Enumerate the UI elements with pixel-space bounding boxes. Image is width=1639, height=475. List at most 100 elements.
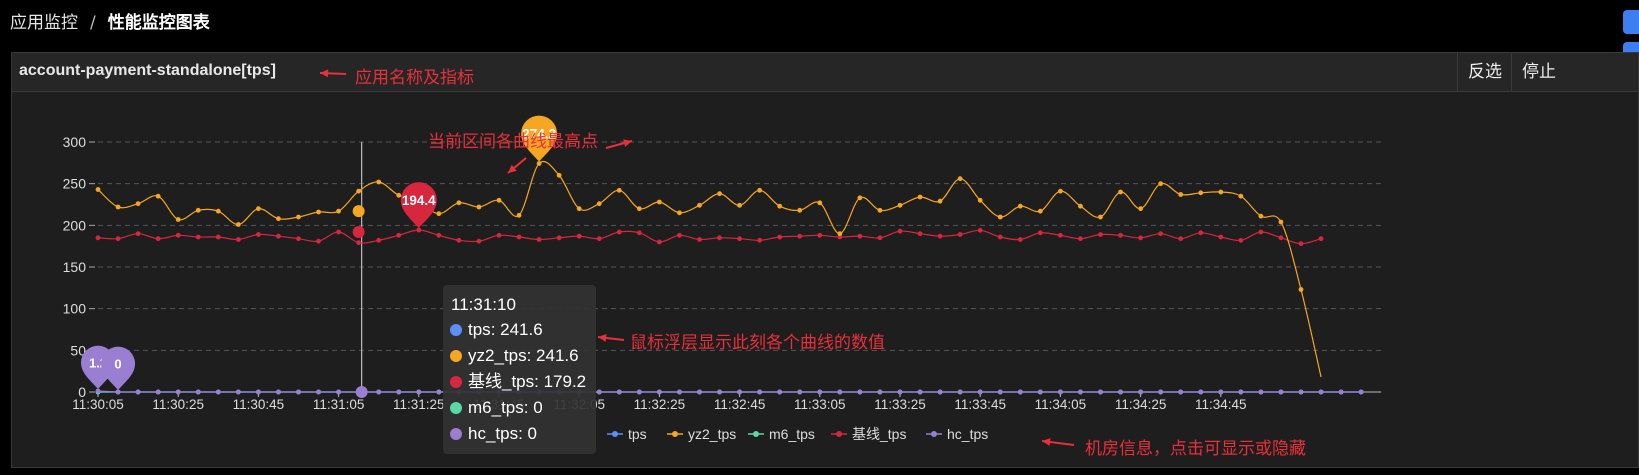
data-point xyxy=(1218,389,1224,395)
data-point xyxy=(1017,237,1023,242)
data-point xyxy=(1218,189,1224,195)
series-line xyxy=(97,390,1362,393)
data-point xyxy=(677,232,682,238)
data-point xyxy=(135,201,141,207)
data-point xyxy=(877,389,883,395)
data-point xyxy=(697,237,702,242)
data-point xyxy=(376,389,382,395)
data-point xyxy=(175,217,181,222)
data-point xyxy=(436,389,442,395)
data-point xyxy=(115,236,121,242)
tooltip-row-yz2: yz2_tps: 241.6 xyxy=(450,345,579,367)
hover-point xyxy=(352,205,365,218)
legend-label: m6_tps xyxy=(769,426,815,442)
legend-item[interactable]: 基线_tps xyxy=(831,426,906,442)
data-point xyxy=(677,210,682,216)
data-point xyxy=(697,389,702,395)
annotation-arrow xyxy=(605,139,633,149)
tooltip-value: 241.6 xyxy=(500,320,543,339)
data-point xyxy=(857,389,863,395)
y-tick-label: 250 xyxy=(63,176,87,192)
annotation-arrow xyxy=(597,334,625,342)
data-point xyxy=(155,389,161,395)
data-point xyxy=(516,212,522,218)
data-point xyxy=(135,231,141,237)
y-tick-label: 100 xyxy=(63,301,87,317)
data-point xyxy=(677,389,682,395)
data-point xyxy=(857,195,863,201)
data-point xyxy=(837,389,843,395)
data-point xyxy=(95,388,101,394)
data-point xyxy=(737,389,742,395)
data-point xyxy=(1258,389,1264,395)
data-point xyxy=(957,176,963,182)
data-point xyxy=(937,198,943,204)
data-point xyxy=(316,238,321,244)
data-point xyxy=(817,200,823,206)
legend-item[interactable]: m6_tps xyxy=(748,426,815,442)
tooltip-series-name: 基线_tps xyxy=(468,372,535,391)
data-point xyxy=(95,187,101,192)
tooltip-row-m6: m6_tps: 0 xyxy=(450,397,543,419)
data-point xyxy=(235,237,241,242)
data-point xyxy=(937,233,943,239)
data-point xyxy=(476,204,482,210)
data-point xyxy=(1017,389,1023,395)
data-point xyxy=(697,202,702,208)
data-point xyxy=(777,234,783,240)
tooltip-value: 0 xyxy=(533,398,543,417)
data-point xyxy=(717,389,722,395)
data-point xyxy=(396,192,402,198)
data-point xyxy=(195,207,201,213)
tooltip-row-baseline: 基线_tps: 179.2 xyxy=(450,371,586,393)
data-point xyxy=(556,235,562,241)
data-point xyxy=(1298,287,1304,292)
marker-label: 0 xyxy=(114,356,121,371)
data-point xyxy=(336,229,341,235)
annotation-arrow xyxy=(507,157,527,174)
tooltip-row-hc: hc_tps: 0 xyxy=(450,423,537,445)
data-point xyxy=(456,237,462,243)
legend-item[interactable]: hc_tps xyxy=(926,426,988,442)
annotation-peak: 当前区间各曲线最高点 xyxy=(428,132,598,152)
legend-item[interactable]: yz2_tps xyxy=(667,426,736,442)
data-point xyxy=(396,389,402,395)
data-point xyxy=(276,389,281,395)
data-point xyxy=(917,231,923,237)
data-point xyxy=(997,214,1003,220)
data-point xyxy=(917,389,923,395)
data-point xyxy=(1058,389,1063,395)
data-point xyxy=(416,389,422,395)
data-point xyxy=(356,240,362,246)
data-point xyxy=(797,389,803,395)
hover-tooltip: 11:31:10 tps: 241.6 yz2_tps: 241.6 基线_tp… xyxy=(443,285,596,454)
data-point xyxy=(1058,188,1063,194)
data-point xyxy=(496,232,502,238)
data-point xyxy=(777,389,783,395)
data-point xyxy=(1258,213,1264,219)
data-point xyxy=(1017,203,1023,209)
arrow-head xyxy=(320,69,329,78)
x-tick-label: 11:30:45 xyxy=(233,397,285,412)
data-point xyxy=(1078,236,1083,242)
data-point xyxy=(256,206,261,212)
data-point xyxy=(155,193,161,199)
data-point xyxy=(616,229,622,235)
data-point xyxy=(636,230,642,236)
x-tick-label: 11:33:05 xyxy=(794,397,846,412)
x-tick-label: 11:32:45 xyxy=(714,397,766,412)
data-point xyxy=(636,389,642,395)
data-point xyxy=(1238,389,1244,395)
data-point xyxy=(1318,389,1324,395)
data-point xyxy=(817,232,823,238)
data-point xyxy=(175,389,181,395)
data-point xyxy=(817,389,823,395)
legend-swatch-dot xyxy=(931,431,937,437)
data-point xyxy=(1138,206,1143,212)
legend-item[interactable]: tps xyxy=(607,426,647,442)
data-point xyxy=(1178,236,1184,242)
legend-label: yz2_tps xyxy=(688,426,736,442)
data-point xyxy=(657,389,662,395)
x-tick-label: 11:31:05 xyxy=(313,397,365,412)
data-point xyxy=(195,234,201,240)
